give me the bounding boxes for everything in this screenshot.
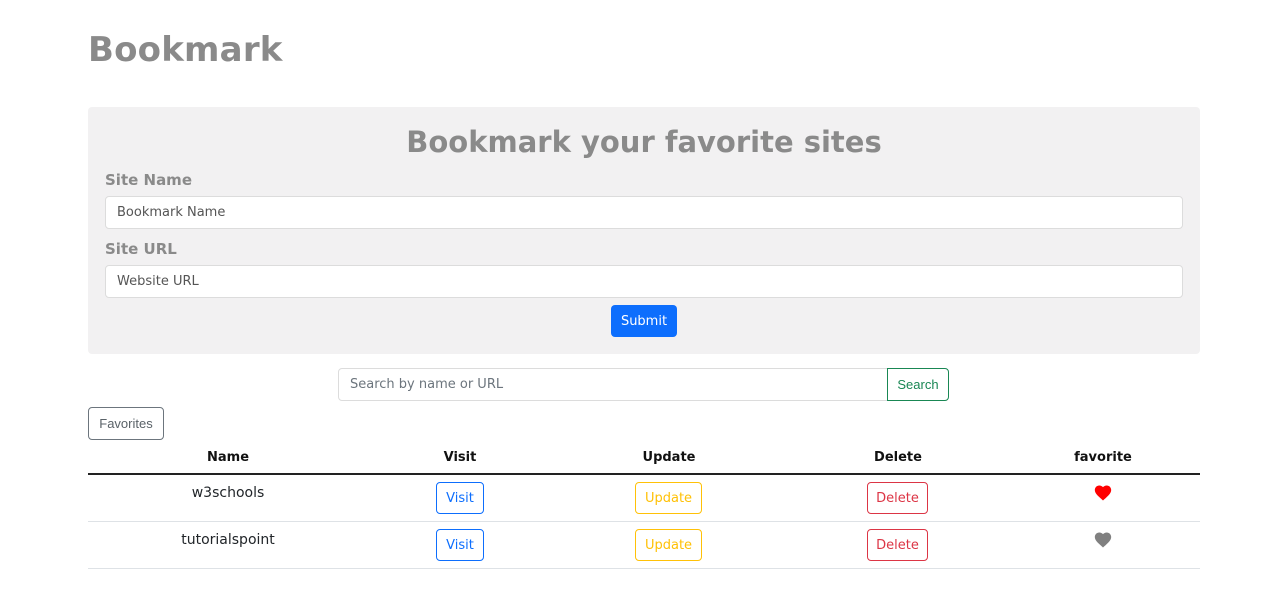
- site-name-label: Site Name: [105, 171, 192, 189]
- delete-button[interactable]: Delete: [867, 482, 928, 514]
- update-button[interactable]: Update: [635, 529, 702, 561]
- bookmarks-table: Name Visit Update Delete favorite w3scho…: [88, 441, 1200, 569]
- delete-button[interactable]: Delete: [867, 529, 928, 561]
- header-visit: Visit: [443, 450, 477, 465]
- bookmark-form: Bookmark your favorite sites Site Name B…: [88, 107, 1200, 354]
- page-title: Bookmark: [88, 30, 283, 70]
- heart-icon[interactable]: [1093, 483, 1113, 501]
- form-heading: Bookmark your favorite sites: [406, 125, 882, 159]
- search-button[interactable]: Search: [887, 368, 949, 401]
- header-favorite: favorite: [1074, 450, 1132, 465]
- table-header: Name Visit Update Delete favorite: [88, 441, 1200, 475]
- table-row: w3schools Visit Update Delete: [88, 475, 1200, 522]
- heart-icon[interactable]: [1093, 530, 1113, 548]
- submit-button[interactable]: Submit: [611, 305, 677, 337]
- site-url-input[interactable]: Website URL: [105, 265, 1183, 298]
- search-input[interactable]: Search by name or URL: [338, 368, 888, 401]
- site-name-input[interactable]: Bookmark Name: [105, 196, 1183, 229]
- site-url-label: Site URL: [105, 240, 177, 258]
- header-update: Update: [642, 450, 696, 465]
- table-row: tutorialspoint Visit Update Delete: [88, 522, 1200, 569]
- visit-button[interactable]: Visit: [436, 482, 484, 514]
- update-button[interactable]: Update: [635, 482, 702, 514]
- bookmark-name: w3schools: [191, 485, 265, 501]
- favorites-button[interactable]: Favorites: [88, 407, 164, 440]
- header-delete: Delete: [874, 450, 922, 465]
- visit-button[interactable]: Visit: [436, 529, 484, 561]
- header-name: Name: [206, 450, 250, 465]
- bookmark-name: tutorialspoint: [181, 532, 275, 548]
